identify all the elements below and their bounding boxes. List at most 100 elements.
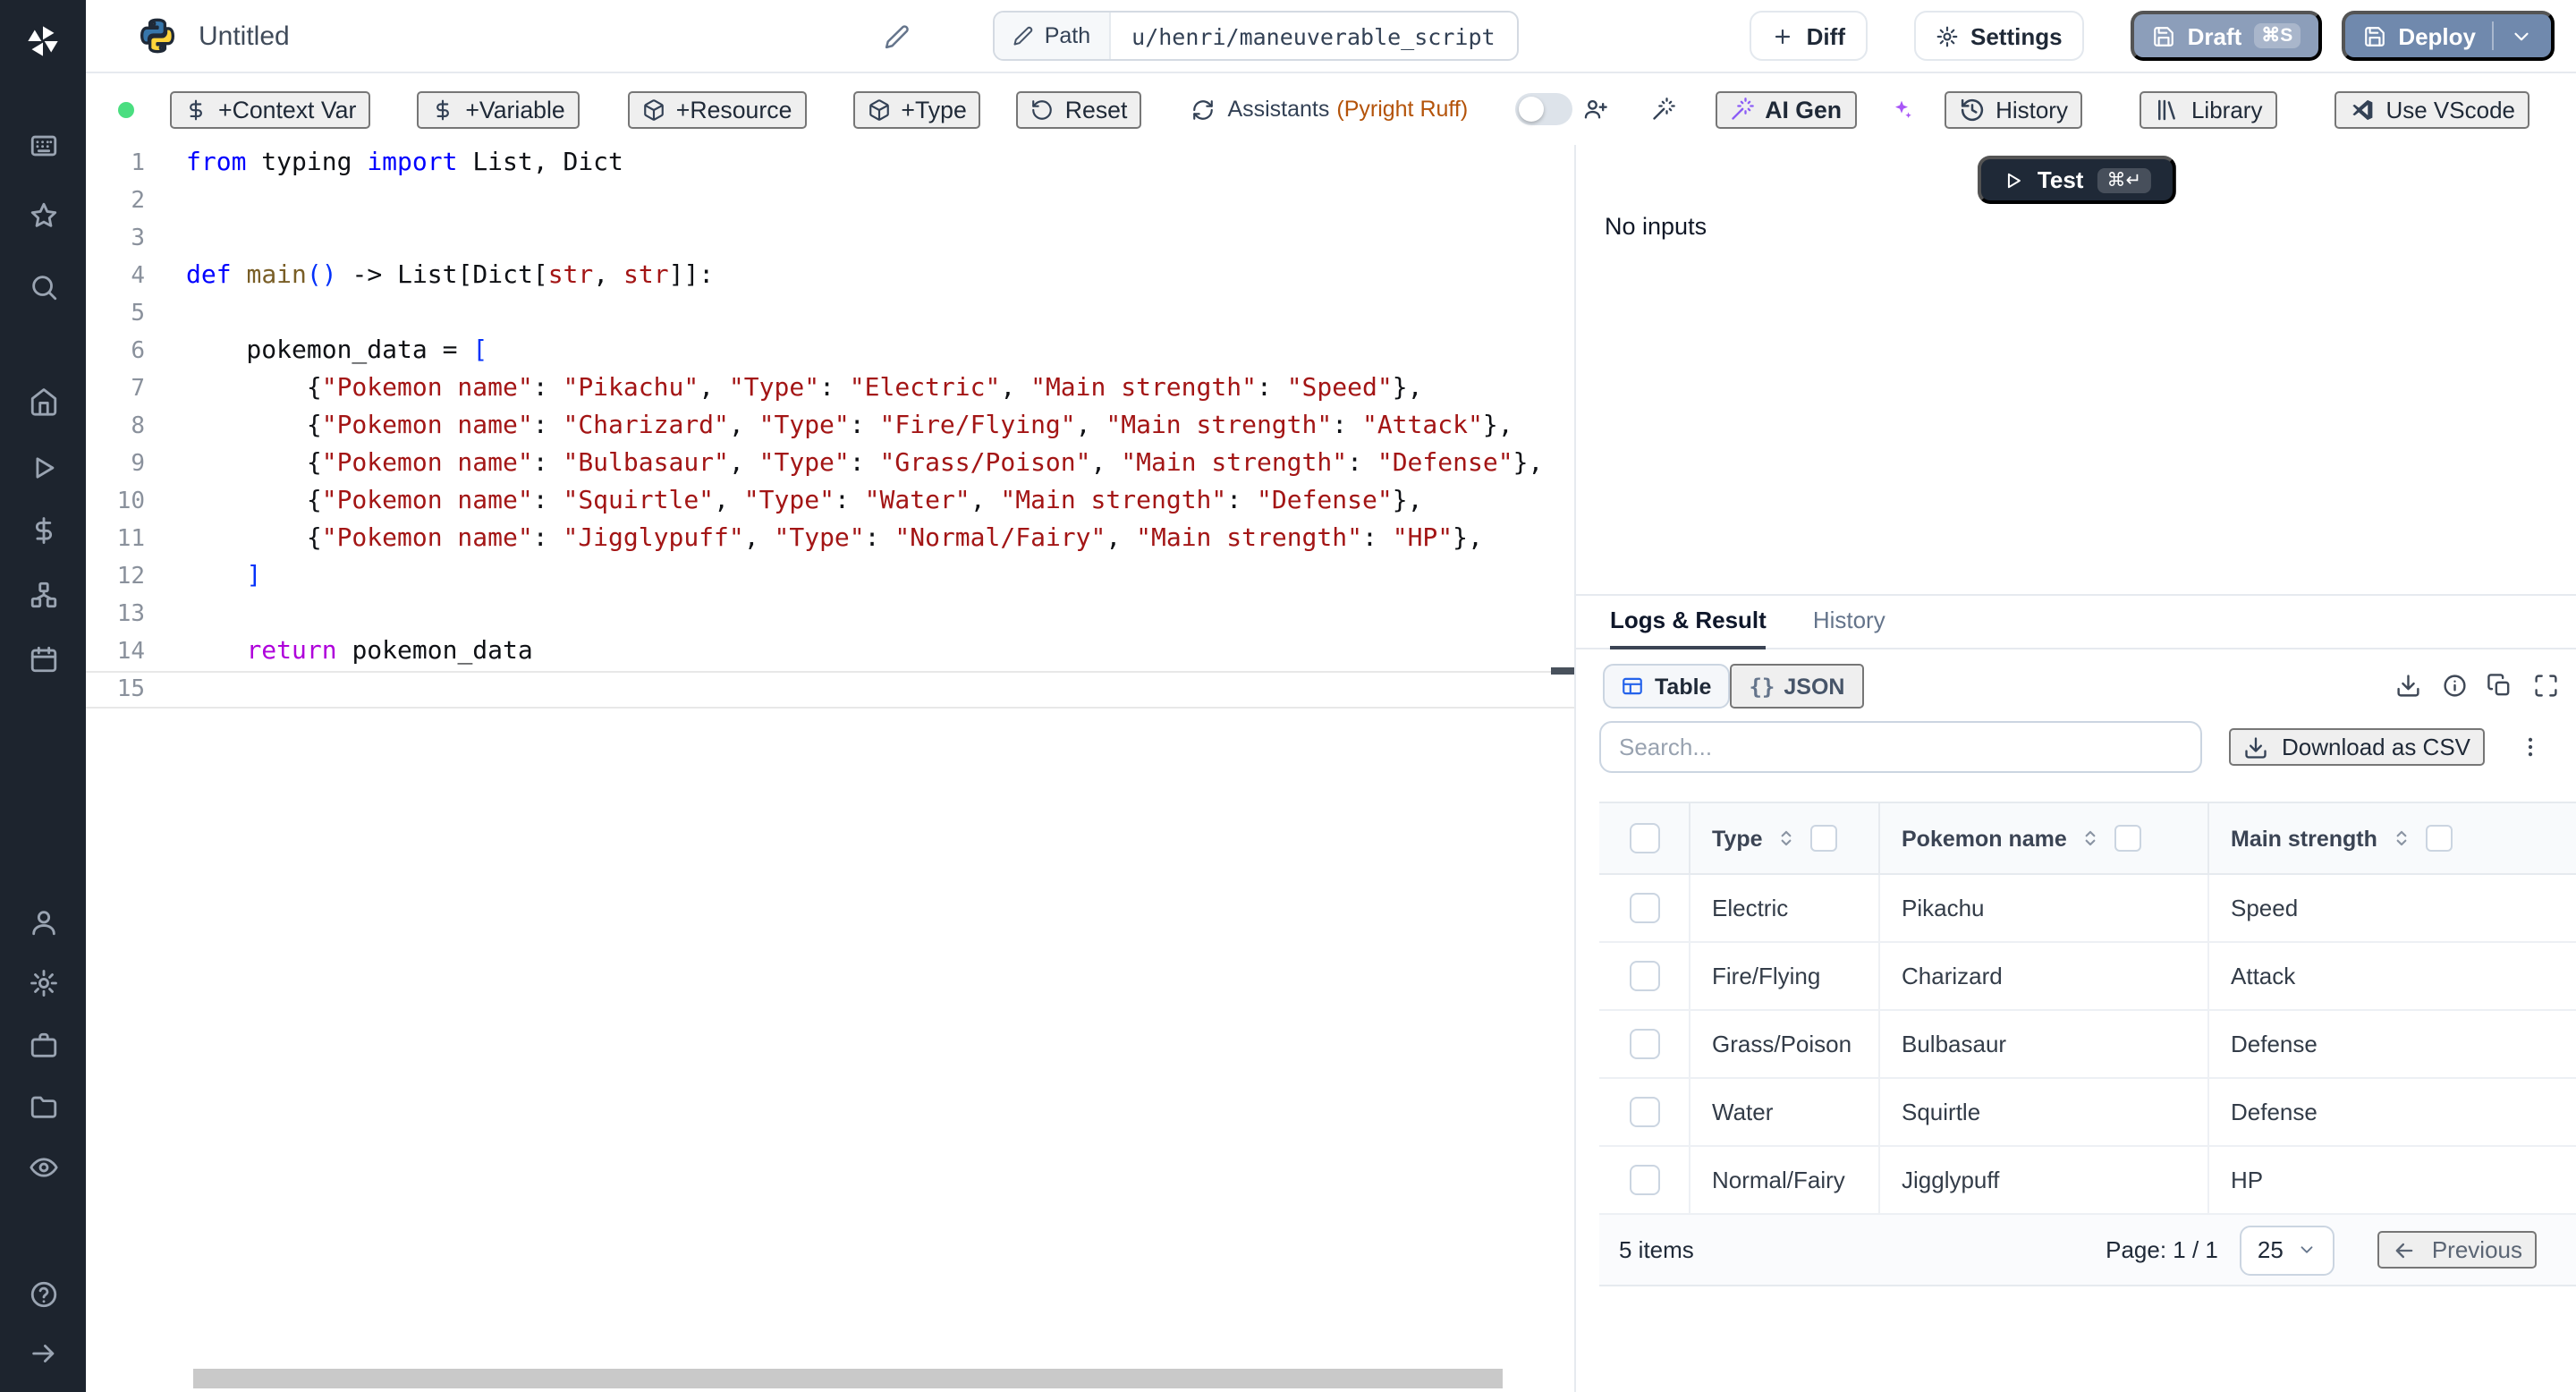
row-checkbox[interactable] bbox=[1629, 1029, 1659, 1059]
column-header-type[interactable]: Type bbox=[1689, 803, 1878, 873]
code-line[interactable]: 4 def main() -> List[Dict[str, str]]: bbox=[86, 258, 1574, 295]
resources-flow-icon[interactable] bbox=[21, 573, 64, 615]
column-filter-checkbox[interactable] bbox=[2425, 825, 2453, 852]
user-icon[interactable] bbox=[21, 900, 64, 943]
table-row[interactable]: Fire/Flying Charizard Attack bbox=[1599, 943, 2576, 1011]
column-header-main-strength[interactable]: Main strength bbox=[2207, 803, 2576, 873]
sparkles-icon[interactable] bbox=[1888, 97, 1913, 122]
runs-play-icon[interactable] bbox=[21, 446, 64, 488]
assistants-toggle[interactable] bbox=[1514, 93, 1572, 125]
favorites-star-icon[interactable] bbox=[21, 193, 64, 236]
draft-button[interactable]: Draft ⌘S bbox=[2130, 11, 2322, 61]
table-row[interactable]: Normal/Fairy Jigglypuff HP bbox=[1599, 1147, 2576, 1215]
row-checkbox[interactable] bbox=[1629, 893, 1659, 923]
code-editor[interactable]: 1 from typing import List, Dict 2 3 4 def mai… bbox=[86, 145, 1574, 1392]
sort-icon[interactable] bbox=[2390, 827, 2413, 850]
chevron-down-icon[interactable] bbox=[2510, 24, 2533, 47]
help-icon[interactable] bbox=[21, 1272, 64, 1315]
history-button[interactable]: History bbox=[1944, 90, 2082, 128]
copy-result-icon[interactable] bbox=[2487, 674, 2512, 700]
quick-input-icon[interactable] bbox=[21, 123, 64, 166]
code-line[interactable]: 14 return pokemon_data bbox=[86, 633, 1574, 671]
row-checkbox-cell bbox=[1599, 1147, 1689, 1213]
result-table-header: Type Pokemon name Main strength bbox=[1599, 802, 2576, 875]
download-csv-button[interactable]: Download as CSV bbox=[2228, 728, 2485, 766]
library-button[interactable]: Library bbox=[2139, 90, 2277, 128]
tab-logs-result[interactable]: Logs & Result bbox=[1610, 607, 1767, 649]
path-edit-button[interactable]: Path bbox=[994, 13, 1111, 59]
user-plus-icon[interactable] bbox=[1582, 97, 1607, 122]
workers-briefcase-icon[interactable] bbox=[21, 1023, 64, 1066]
windmill-logo-icon[interactable] bbox=[21, 20, 64, 63]
settings-button[interactable]: Settings bbox=[1913, 11, 2084, 61]
code-line[interactable]: 6 pokemon_data = [ bbox=[86, 333, 1574, 370]
code-text: {"Pokemon name": "Bulbasaur", "Type": "G… bbox=[186, 449, 1544, 478]
header-checkbox-cell bbox=[1599, 803, 1689, 873]
deploy-button[interactable]: Deploy bbox=[2341, 11, 2555, 61]
edit-summary-pencil-icon[interactable] bbox=[884, 22, 911, 49]
row-checkbox[interactable] bbox=[1629, 1165, 1659, 1195]
variables-dollar-icon[interactable] bbox=[21, 508, 64, 551]
column-filter-checkbox[interactable] bbox=[2114, 825, 2142, 852]
column-header-pokemon-name[interactable]: Pokemon name bbox=[1878, 803, 2207, 873]
home-icon[interactable] bbox=[21, 379, 64, 422]
sort-icon[interactable] bbox=[1775, 827, 1799, 850]
test-button[interactable]: Test ⌘↵ bbox=[1976, 156, 2176, 204]
sidebar bbox=[0, 0, 86, 1392]
info-icon[interactable] bbox=[2441, 674, 2467, 700]
table-row[interactable]: Electric Pikachu Speed bbox=[1599, 875, 2576, 943]
view-json-toggle[interactable]: {} JSON bbox=[1729, 664, 1865, 709]
expand-result-icon[interactable] bbox=[2532, 674, 2558, 700]
view-table-toggle[interactable]: Table bbox=[1603, 664, 1730, 709]
previous-page-button[interactable]: Previous bbox=[2377, 1231, 2537, 1269]
code-line[interactable]: 9 {"Pokemon name": "Bulbasaur", "Type": … bbox=[86, 446, 1574, 483]
assistants-reload-icon[interactable] bbox=[1191, 98, 1215, 121]
row-checkbox[interactable] bbox=[1629, 961, 1659, 991]
line-number: 7 bbox=[131, 376, 145, 403]
code-line[interactable]: 15 bbox=[86, 671, 1574, 709]
diff-button[interactable]: Diff bbox=[1749, 11, 1867, 61]
reset-button[interactable]: Reset bbox=[1016, 90, 1142, 128]
assistants-detail: (Pyright Ruff) bbox=[1336, 97, 1469, 122]
code-line[interactable]: 10 {"Pokemon name": "Squirtle", "Type": … bbox=[86, 483, 1574, 521]
editor-horizontal-scrollbar[interactable] bbox=[193, 1369, 1503, 1388]
table-cell: Attack bbox=[2207, 943, 2576, 1009]
code-line[interactable]: 8 {"Pokemon name": "Charizard", "Type": … bbox=[86, 408, 1574, 446]
code-line[interactable]: 11 {"Pokemon name": "Jigglypuff", "Type"… bbox=[86, 521, 1574, 558]
download-result-icon[interactable] bbox=[2395, 674, 2421, 700]
table-row[interactable]: Water Squirtle Defense bbox=[1599, 1079, 2576, 1147]
table-row[interactable]: Grass/Poison Bulbasaur Defense bbox=[1599, 1011, 2576, 1079]
code-text: from typing import List, Dict bbox=[186, 149, 623, 177]
kebab-menu-icon[interactable] bbox=[2517, 734, 2544, 760]
path-chip[interactable]: Path u/henri/maneuverable_script bbox=[992, 11, 1519, 61]
code-line[interactable]: 5 bbox=[86, 295, 1574, 333]
add-variable-button[interactable]: +Variable bbox=[417, 90, 580, 128]
select-all-checkbox[interactable] bbox=[1629, 823, 1659, 853]
chevron-down-icon bbox=[2301, 1246, 2314, 1253]
add-type-button[interactable]: +Type bbox=[852, 90, 981, 128]
table-cell: Normal/Fairy bbox=[1689, 1147, 1878, 1213]
audit-eye-icon[interactable] bbox=[21, 1145, 64, 1188]
format-wand-icon[interactable] bbox=[1650, 97, 1675, 122]
tab-history[interactable]: History bbox=[1813, 607, 1885, 648]
row-checkbox[interactable] bbox=[1629, 1097, 1659, 1127]
code-line[interactable]: 13 bbox=[86, 596, 1574, 633]
column-filter-checkbox[interactable] bbox=[1810, 825, 1838, 852]
code-line[interactable]: 1 from typing import List, Dict bbox=[86, 145, 1574, 182]
search-icon[interactable] bbox=[21, 265, 64, 308]
page-size-select[interactable]: 25 bbox=[2239, 1225, 2335, 1275]
use-vscode-button[interactable]: Use VScode bbox=[2334, 90, 2529, 128]
ai-gen-button[interactable]: AI Gen bbox=[1715, 90, 1857, 128]
expand-sidebar-icon[interactable] bbox=[21, 1331, 64, 1374]
folders-icon[interactable] bbox=[21, 1084, 64, 1127]
search-input[interactable] bbox=[1599, 721, 2202, 773]
code-line[interactable]: 2 bbox=[86, 182, 1574, 220]
sort-icon[interactable] bbox=[2080, 827, 2103, 850]
add-context-var-button[interactable]: +Context Var bbox=[170, 90, 371, 128]
add-resource-button[interactable]: +Resource bbox=[627, 90, 807, 128]
settings-gear-icon[interactable] bbox=[21, 961, 64, 1004]
code-line[interactable]: 3 bbox=[86, 220, 1574, 258]
code-line[interactable]: 7 {"Pokemon name": "Pikachu", "Type": "E… bbox=[86, 370, 1574, 408]
code-line[interactable]: 12 ] bbox=[86, 558, 1574, 596]
schedules-calendar-icon[interactable] bbox=[21, 637, 64, 680]
